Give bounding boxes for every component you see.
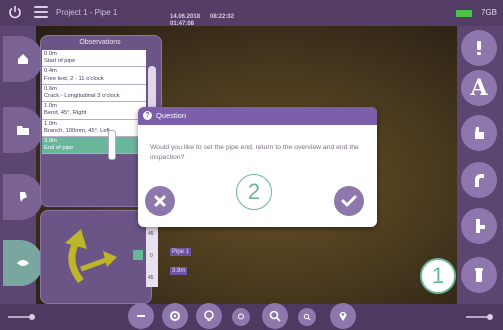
minus-icon: [137, 315, 145, 317]
observations-title: Observations: [79, 39, 121, 46]
check-icon: [341, 195, 357, 207]
folder-icon: [17, 126, 29, 135]
menu-icon[interactable]: [34, 6, 48, 18]
settings-icon: [170, 311, 180, 321]
list-item[interactable]: 0.4m Free text, 2 - 11 o'clock: [42, 67, 146, 85]
location-icon: [339, 312, 347, 321]
zoom-in-button[interactable]: [262, 303, 288, 329]
zoom-small-icon: [303, 313, 311, 321]
question-dialog: ? Question Would you like to set the pip…: [138, 107, 377, 227]
list-item[interactable]: 1.0m Branch, 100mm, 45°, Left: [42, 119, 146, 138]
pipe-start-icon: [8, 314, 35, 320]
pipe-tag: Pipe 1: [170, 248, 192, 256]
hand-button[interactable]: [461, 115, 497, 151]
dialog-title: Question: [156, 111, 187, 120]
cancel-button[interactable]: [145, 186, 175, 216]
bulb-icon: [204, 310, 214, 321]
ruler-marker[interactable]: [133, 250, 143, 260]
step-badge-two: 2: [236, 174, 272, 210]
text-a-icon: A: [470, 75, 488, 101]
scrollbar-thumb[interactable]: [108, 130, 116, 160]
pin-icon: [20, 192, 27, 202]
light-down-button[interactable]: [232, 308, 250, 326]
branch-icon: [476, 219, 485, 233]
storage-indicator: 7GB: [481, 8, 498, 17]
branch-button[interactable]: [461, 208, 497, 244]
exclamation-button[interactable]: [461, 30, 497, 66]
exclamation-icon: [477, 41, 481, 55]
list-item[interactable]: 1.0m Bend, 45°, Right: [42, 102, 146, 120]
top-bar: Project 1 - Pipe 1 7GB: [0, 0, 503, 26]
date-stamp: 14.06.2018: [170, 14, 201, 20]
text-button[interactable]: A: [461, 70, 497, 106]
power-icon[interactable]: [8, 5, 22, 19]
minus-button[interactable]: [128, 303, 154, 329]
eye-icon: [17, 260, 29, 266]
location-button[interactable]: [330, 303, 356, 329]
pipe-end-button[interactable]: [461, 257, 497, 293]
project-title: Project 1 - Pipe 1: [56, 8, 118, 17]
distance-stamp: 01:47:08: [170, 21, 195, 27]
hand-icon: [475, 127, 484, 139]
question-icon: ?: [143, 111, 152, 120]
direction-arrows-icon: [65, 229, 117, 284]
bend-button[interactable]: [461, 162, 497, 198]
cancel-icon: [154, 195, 166, 207]
light-up-button[interactable]: [196, 303, 222, 329]
angle-ruler: 45 0 45: [146, 225, 158, 287]
observations-list[interactable]: 0.0m Start of pipe 0.4m Free text, 2 - 1…: [42, 50, 146, 202]
confirm-button[interactable]: [334, 186, 364, 216]
bulb-small-icon: [238, 313, 244, 320]
settings-button[interactable]: [162, 303, 188, 329]
dialog-header: ? Question: [138, 107, 377, 125]
time-stamp: 08:22:02: [210, 14, 235, 20]
list-item[interactable]: 0.6m Crack - Longitudinal 3 o'clock: [42, 84, 146, 103]
end-icon: [475, 268, 483, 282]
list-item-selected[interactable]: 3.9m End of pipe: [42, 137, 146, 155]
pipe-end-indicator-icon: [466, 314, 493, 320]
list-item[interactable]: 0.0m Start of pipe: [42, 50, 146, 68]
battery-icon: [456, 10, 472, 17]
meter-tag: 3.9m: [170, 267, 188, 275]
zoom-out-button[interactable]: [298, 308, 316, 326]
zoom-icon: [269, 310, 281, 322]
bottom-bar: [0, 304, 503, 330]
step-badge-one: 1: [420, 258, 456, 294]
bend-icon: [475, 174, 484, 187]
home-icon: [18, 54, 28, 64]
dialog-message: Would you like to set the pipe end, retu…: [150, 144, 359, 161]
